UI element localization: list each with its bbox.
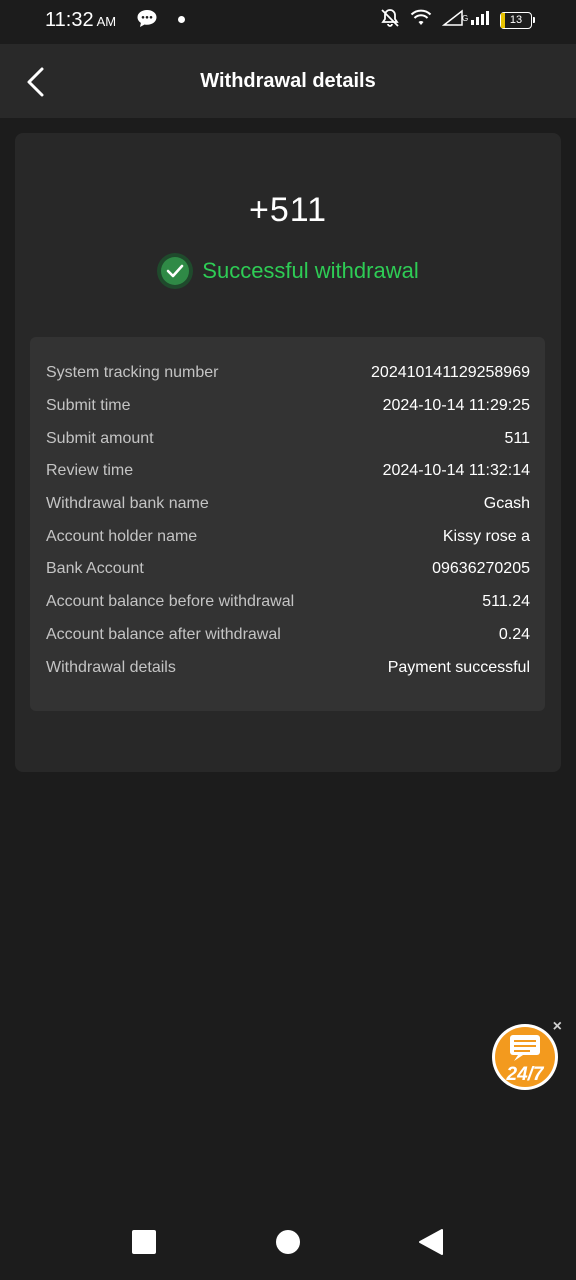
signal-icon: G	[441, 9, 490, 32]
detail-value: Kissy rose a	[442, 527, 530, 545]
status-time: 11:32 AM	[45, 9, 116, 32]
withdrawal-card: +511 Successful withdrawal System tracki…	[15, 133, 561, 772]
system-nav-bar	[0, 1200, 576, 1280]
bell-off-icon	[380, 8, 400, 33]
detail-label: Account balance after withdrawal	[46, 625, 281, 643]
detail-label: Submit time	[46, 397, 131, 415]
detail-row-submit-time: Submit time 2024-10-14 11:29:25	[46, 390, 530, 423]
detail-value: 511	[504, 429, 530, 447]
detail-label: System tracking number	[46, 364, 219, 382]
status-ampm: AM	[96, 14, 117, 29]
detail-value: 09636270205	[432, 560, 530, 578]
detail-value: 511.24	[482, 593, 530, 611]
page-title: Withdrawal details	[200, 69, 376, 92]
notification-dot-icon	[178, 16, 185, 23]
detail-label: Submit amount	[46, 429, 154, 447]
system-back-button[interactable]	[418, 1228, 444, 1256]
detail-row-submit-amount: Submit amount 511	[46, 422, 530, 455]
svg-text:G: G	[462, 14, 468, 23]
detail-value: Gcash	[483, 495, 530, 513]
support-chat-icon: 24/7	[492, 1024, 558, 1090]
message-notification-icon	[136, 9, 158, 34]
detail-label: Account balance before withdrawal	[46, 593, 295, 611]
detail-row-tracking-number: System tracking number 20241014112925896…	[46, 357, 530, 390]
status-icons: G 13	[380, 8, 535, 33]
detail-row-balance-before: Account balance before withdrawal 511.24	[46, 586, 530, 619]
back-button[interactable]	[22, 66, 52, 98]
detail-row-bank-name: Withdrawal bank name Gcash	[46, 488, 530, 521]
triangle-back-icon	[419, 1229, 443, 1255]
home-button[interactable]	[276, 1230, 300, 1254]
detail-value: 2024-10-14 11:29:25	[382, 397, 530, 415]
detail-row-withdrawal-details: Withdrawal details Payment successful	[46, 651, 530, 684]
detail-value: 0.24	[498, 625, 530, 643]
chevron-left-icon	[27, 67, 44, 97]
check-circle-icon	[157, 253, 194, 289]
detail-row-review-time: Review time 2024-10-14 11:32:14	[46, 455, 530, 488]
detail-label: Withdrawal details	[46, 658, 176, 676]
detail-value: 2024-10-14 11:32:14	[382, 462, 530, 480]
detail-value: Payment successful	[387, 658, 530, 676]
close-icon[interactable]: ×	[553, 1018, 562, 1036]
battery-icon: 13	[500, 12, 535, 29]
withdrawal-amount: +511	[248, 191, 328, 229]
detail-label: Review time	[46, 462, 134, 480]
support-badge-text: 24/7	[506, 1064, 545, 1085]
detail-row-bank-account: Bank Account 09636270205	[46, 553, 530, 586]
detail-value: 202410141129258969	[371, 364, 530, 382]
app-header: Withdrawal details	[0, 44, 576, 118]
detail-label: Bank Account	[46, 560, 144, 578]
detail-row-account-holder: Account holder name Kissy rose a	[46, 520, 530, 553]
details-list: System tracking number 20241014112925896…	[30, 337, 545, 711]
withdrawal-status: Successful withdrawal	[15, 253, 561, 289]
wifi-icon	[410, 9, 432, 32]
status-clock: 11:32	[45, 9, 94, 31]
status-bar: 11:32 AM G 13	[0, 0, 576, 44]
detail-row-balance-after: Account balance after withdrawal 0.24	[46, 619, 530, 652]
detail-label: Account holder name	[46, 527, 198, 545]
support-chat-button[interactable]: 24/7 ×	[490, 1018, 562, 1092]
detail-label: Withdrawal bank name	[46, 495, 209, 513]
status-label: Successful withdrawal	[202, 258, 419, 283]
recents-button[interactable]	[132, 1230, 156, 1254]
